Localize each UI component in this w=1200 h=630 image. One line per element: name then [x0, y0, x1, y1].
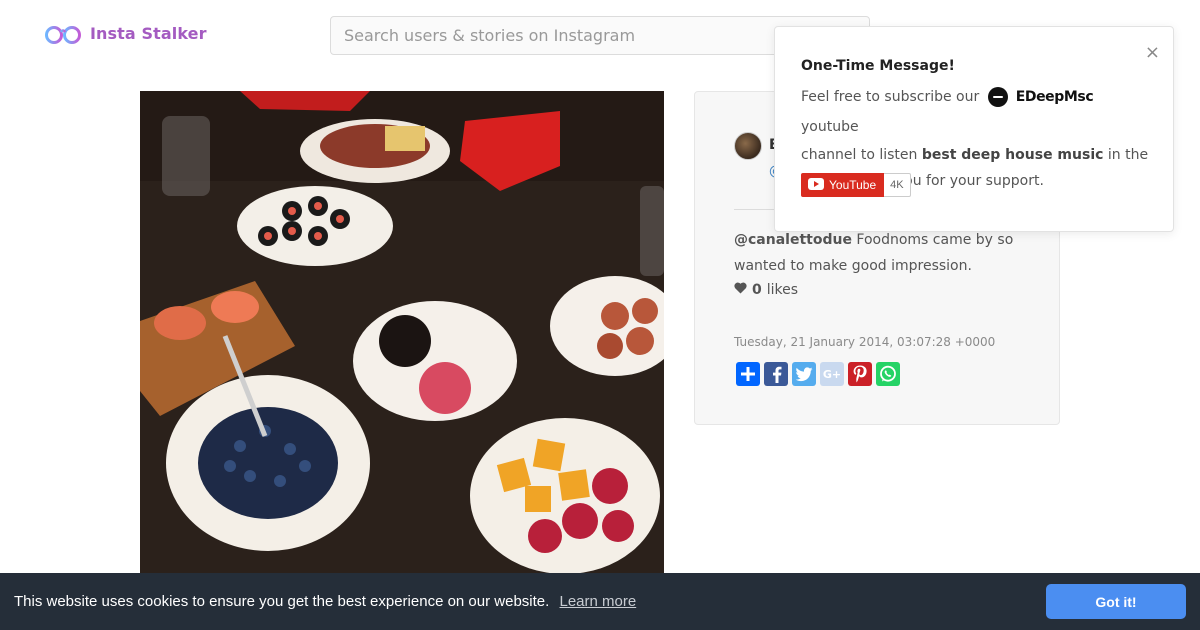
cookie-message-wrap: This website uses cookies to ensure you …: [14, 593, 636, 610]
likes-count: 0: [752, 282, 762, 298]
cookie-bar: This website uses cookies to ensure you …: [0, 573, 1200, 630]
popup-text-bold: best deep house music: [921, 147, 1104, 163]
likes: 0 likes: [734, 279, 798, 301]
logo[interactable]: Insta Stalker: [44, 22, 207, 44]
whatsapp-icon[interactable]: [876, 362, 900, 386]
heart-icon: [734, 279, 747, 301]
channel-name: EDeepMsc: [1015, 89, 1094, 105]
youtube-button[interactable]: YouTube: [801, 173, 885, 197]
post-caption: @canalettodue Foodnoms came by so wanted…: [734, 227, 1024, 279]
cookie-message: This website uses cookies to ensure you …: [14, 593, 550, 610]
google-plus-icon[interactable]: G+: [820, 362, 844, 386]
cookie-accept-button[interactable]: Got it!: [1046, 584, 1186, 619]
popup-text-line2-start: channel to listen: [801, 147, 918, 163]
popup-text-line2-end: in the: [1107, 147, 1149, 163]
caption-mention[interactable]: @canalettodue: [734, 232, 852, 248]
one-time-message-popup: × One-Time Message! Feel free to subscri…: [774, 26, 1174, 232]
post-image: [140, 91, 664, 573]
close-icon[interactable]: ×: [1145, 43, 1160, 63]
popup-title: One-Time Message!: [801, 58, 955, 74]
youtube-count: 4K: [884, 173, 911, 197]
share-plus-icon[interactable]: [736, 362, 760, 386]
popup-text-before: Feel free to subscribe our: [801, 89, 980, 105]
youtube-play-icon: [808, 177, 824, 193]
facebook-icon[interactable]: [764, 362, 788, 386]
popup-text-after-channel: youtube: [801, 119, 859, 135]
learn-more-link[interactable]: Learn more: [559, 593, 636, 610]
pinterest-icon[interactable]: [848, 362, 872, 386]
post-timestamp: Tuesday, 21 January 2014, 03:07:28 +0000: [734, 335, 996, 349]
avatar[interactable]: [734, 132, 762, 160]
youtube-label: YouTube: [829, 178, 877, 192]
binoculars-icon: [44, 22, 82, 44]
channel-link[interactable]: EDeepMsc: [987, 82, 1094, 112]
likes-label: likes: [766, 282, 799, 298]
youtube-subscribe: YouTube 4K: [801, 173, 911, 197]
channel-logo-icon: [987, 87, 1008, 107]
logo-text: Insta Stalker: [90, 23, 207, 43]
twitter-icon[interactable]: [792, 362, 816, 386]
share-buttons: G+: [736, 362, 900, 386]
